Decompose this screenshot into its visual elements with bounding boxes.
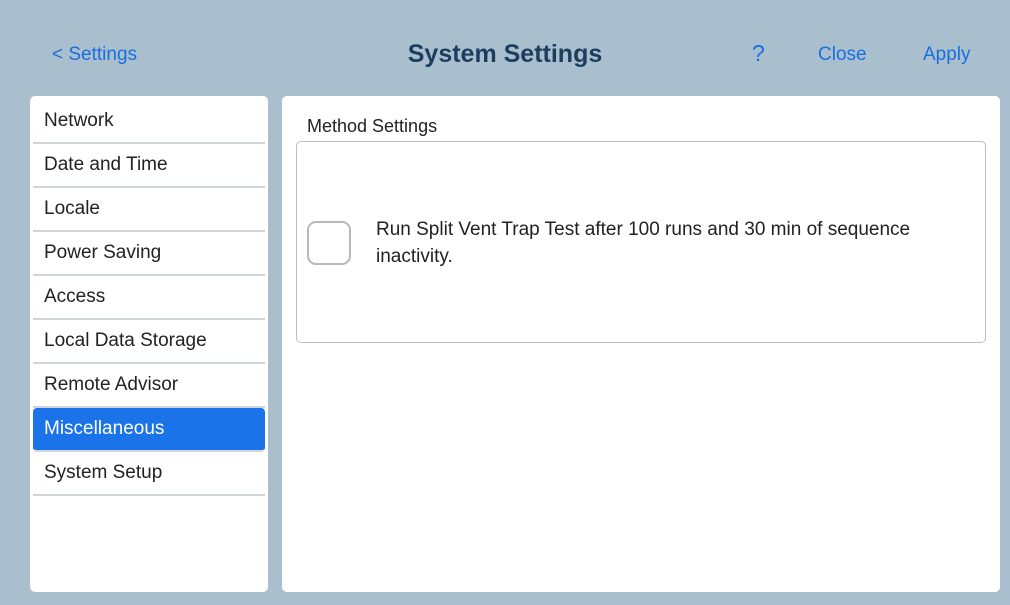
sidebar-item-miscellaneous[interactable]: Miscellaneous [33, 408, 265, 452]
sidebar-item-label: Local Data Storage [44, 330, 207, 351]
sidebar-item-access[interactable]: Access [33, 276, 265, 320]
sidebar-item-date-and-time[interactable]: Date and Time [33, 144, 265, 188]
method-settings-box: Run Split Vent Trap Test after 100 runs … [296, 141, 986, 343]
sidebar-item-label: Power Saving [44, 242, 162, 263]
sidebar-item-local-data-storage[interactable]: Local Data Storage [33, 320, 265, 364]
sidebar-item-system-setup[interactable]: System Setup [33, 452, 265, 496]
sidebar-item-network[interactable]: Network [33, 100, 265, 144]
sidebar-item-label: Date and Time [44, 154, 168, 175]
sidebar-item-remote-advisor[interactable]: Remote Advisor [33, 364, 265, 408]
close-button[interactable]: Close [818, 44, 867, 66]
sidebar-item-label: Network [44, 110, 114, 131]
sidebar-item-label: Locale [44, 198, 100, 219]
section-title: Method Settings [307, 116, 438, 136]
sidebar-item-label: Access [44, 286, 106, 307]
sidebar-item-locale[interactable]: Locale [33, 188, 265, 232]
main-panel: Method Settings Run Split Vent Trap Test… [282, 96, 1000, 592]
settings-sidebar: Network Date and Time Locale Power Savin… [30, 96, 268, 592]
back-to-settings-link[interactable]: < Settings [52, 44, 137, 66]
sidebar-item-label: System Setup [44, 462, 163, 483]
apply-button[interactable]: Apply [923, 44, 971, 66]
help-button[interactable]: ? [752, 40, 765, 67]
sidebar-item-label: Remote Advisor [44, 374, 179, 395]
split-vent-trap-test-label: Run Split Vent Trap Test after 100 runs … [376, 219, 911, 267]
sidebar-item-power-saving[interactable]: Power Saving [33, 232, 265, 276]
page-title: System Settings [407, 40, 603, 68]
sidebar-item-label: Miscellaneous [44, 418, 165, 439]
header-bar: < Settings System Settings ? Close Apply [0, 0, 1010, 86]
split-vent-trap-test-checkbox[interactable] [307, 221, 351, 265]
